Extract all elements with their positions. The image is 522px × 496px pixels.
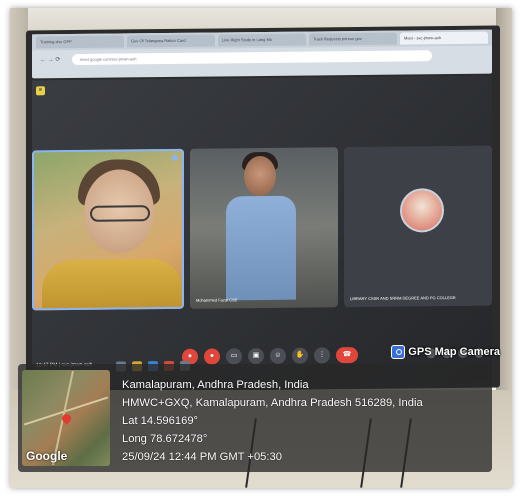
meet-menu-icon[interactable]: ≡ (36, 86, 45, 96)
participant-avatar (400, 188, 444, 233)
participant-name: Mohammed Fazal CSE (196, 297, 238, 303)
gps-longitude: Long 78.672478° (122, 433, 208, 445)
browser-tab[interactable]: Training.xlsx GPP (36, 35, 124, 49)
participant-tile-3[interactable]: LIBRARY CSSR AND SRRM DEGREE AND PG COLL… (344, 145, 492, 308)
participant-face (244, 155, 276, 197)
camera-off-icon[interactable]: ● (204, 348, 220, 365)
gps-app-badge: GPS Map Camera (391, 345, 500, 359)
captions-icon[interactable]: ▭ (226, 348, 242, 365)
address-bar[interactable]: meet.google.com/sxc-jmwn-aoh (72, 50, 432, 66)
participant-tile-2[interactable]: Mohammed Fazal CSE (190, 147, 338, 309)
browser-tab[interactable]: Gov Of Telangana Ration Card (127, 34, 215, 48)
map-thumbnail: Google (22, 370, 110, 466)
gps-place: Kamalapuram, Andhra Pradesh, India (122, 379, 309, 391)
speaking-indicator-icon (172, 154, 178, 161)
participant-clothing (42, 258, 182, 311)
meet-area: ≡ Mohammed Fazal CSE LIBRARY CSSR AND SR… (32, 75, 492, 387)
participant-clothing (226, 195, 296, 301)
gps-info-panel: Google Kamalapuram, Andhra Pradesh, Indi… (18, 364, 492, 472)
present-icon[interactable]: ▣ (248, 347, 264, 365)
browser-tab-active[interactable]: Meet - sxc-jmwn-aoh (400, 31, 488, 45)
meeting-controls: ● ● ▭ ▣ ☺ ✋ ⋮ ☎ (182, 347, 358, 365)
gps-latitude: Lat 14.596169° (122, 415, 199, 427)
more-options-icon[interactable]: ⋮ (314, 347, 330, 364)
gps-address: HMWC+GXQ, Kamalapuram, Andhra Pradesh 51… (122, 397, 423, 409)
participant-face (84, 169, 154, 254)
leave-call-icon[interactable]: ☎ (336, 347, 358, 364)
hand-raise-icon[interactable]: ✋ (292, 347, 308, 364)
gps-info-lines: Kamalapuram, Andhra Pradesh, India HMWC+… (122, 376, 423, 466)
browser-tab[interactable]: Live Right Study in Lang Mo (218, 33, 306, 47)
browser-tab[interactable]: Track Requests person gov (309, 32, 397, 46)
participant-hair (78, 159, 160, 206)
gps-camera-icon (391, 345, 406, 359)
map-brand: Google (26, 449, 68, 463)
gps-app-label: GPS Map Camera (408, 346, 500, 358)
participant-tile-1[interactable] (32, 148, 184, 311)
monitor: Training.xlsx GPP Gov Of Telangana Ratio… (26, 25, 500, 393)
glasses (90, 205, 150, 222)
nav-buttons[interactable]: ← → ⟳ (40, 56, 60, 63)
emoji-icon[interactable]: ☺ (270, 347, 286, 364)
tab-strip: Training.xlsx GPP Gov Of Telangana Ratio… (32, 29, 492, 51)
participant-name: LIBRARY CSSR AND SRRM DEGREE AND PG COLL… (350, 294, 456, 302)
gps-datetime: 25/09/24 12:44 PM GMT +05:30 (122, 451, 282, 463)
browser-chrome: Training.xlsx GPP Gov Of Telangana Ratio… (32, 29, 492, 79)
